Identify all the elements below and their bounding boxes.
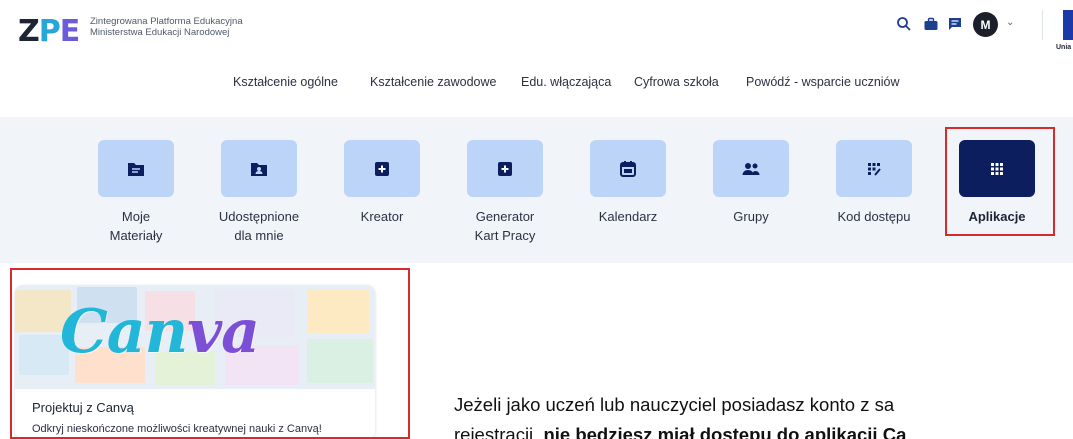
tile-moje-materialy[interactable]: Moje Materiały: [84, 140, 188, 245]
info-paragraph: Jeżeli jako uczeń lub nauczyciel posiada…: [454, 390, 906, 439]
chevron-down-icon[interactable]: ⌄: [1006, 17, 1014, 28]
calendar-icon: [590, 140, 666, 197]
access-code-icon: [836, 140, 912, 197]
briefcase-icon[interactable]: [919, 12, 943, 36]
shared-folder-icon: [221, 140, 297, 197]
tile-label-line-2: dla mnie: [234, 228, 284, 243]
eu-label: Unia: [1056, 44, 1072, 51]
chat-icon[interactable]: [943, 12, 967, 36]
logo-letter-p: P: [38, 14, 61, 49]
tile-kreator[interactable]: Kreator: [330, 140, 434, 226]
tile-kalendarz[interactable]: Kalendarz: [576, 140, 680, 226]
tile-label-line-1: Grupy: [733, 209, 769, 224]
tile-udostepnione[interactable]: Udostępnione dla mnie: [207, 140, 311, 245]
tagline-line-2: Ministerstwa Edukacji Narodowej: [90, 27, 230, 38]
header-divider: [1042, 10, 1043, 40]
info-line-2-bold: nie będziesz miał dostępu do aplikacji C…: [543, 424, 907, 439]
tile-label-line-1: Kalendarz: [598, 209, 658, 224]
plus-box-icon: [344, 140, 420, 197]
tagline-line-1: Zintegrowana Platforma Edukacyjna: [90, 16, 243, 27]
logo-letter-z: Z: [18, 14, 40, 49]
zpe-logo[interactable]: ZPE: [18, 14, 80, 49]
tile-label-line-1: Kod dostępu: [837, 209, 911, 224]
folder-doc-icon: [98, 140, 174, 197]
tile-label-line-1: Moje: [121, 209, 151, 224]
main-nav: Kształcenie ogólne Kształcenie zawodowe …: [0, 62, 1073, 106]
info-line-2: rejestracji, nie będziesz miał dostępu d…: [454, 420, 906, 439]
nav-item-cyfrowa-szkola[interactable]: Cyfrowa szkoła: [634, 75, 719, 89]
tile-label-line-2: Kart Pracy: [474, 228, 536, 243]
info-line-2-prefix: rejestracji,: [454, 424, 544, 439]
header: ZPE Zintegrowana Platforma Edukacyjna Mi…: [0, 0, 1073, 62]
highlight-canva-card: [10, 268, 410, 439]
nav-item-ksztalcenie-zawodowe[interactable]: Kształcenie zawodowe: [370, 75, 496, 89]
logo-letter-e: E: [59, 14, 80, 49]
tile-grupy[interactable]: Grupy: [699, 140, 803, 226]
eu-flag-icon: [1063, 10, 1073, 40]
tile-generator-kart-pracy[interactable]: Generator Kart Pracy: [453, 140, 557, 245]
info-line-1: Jeżeli jako uczeń lub nauczyciel posiada…: [454, 394, 895, 415]
nav-item-edu-wlaczajaca[interactable]: Edu. włączająca: [521, 75, 611, 89]
tile-label-line-1: Kreator: [360, 209, 404, 224]
platform-tagline: Zintegrowana Platforma Edukacyjna Minist…: [90, 16, 243, 38]
plus-box-icon: [467, 140, 543, 197]
nav-item-powodz[interactable]: Powódź - wsparcie uczniów: [746, 75, 900, 89]
nav-item-ksztalcenie-ogolne[interactable]: Kształcenie ogólne: [233, 75, 338, 89]
tile-label-line-2: Materiały: [109, 228, 163, 243]
tile-label-line-1: Udostępnione: [218, 209, 300, 224]
search-icon[interactable]: [892, 12, 916, 36]
avatar[interactable]: M: [973, 12, 998, 37]
tile-label-line-1: Generator: [475, 209, 535, 224]
highlight-aplikacje: [945, 127, 1055, 236]
tile-kod-dostepu[interactable]: Kod dostępu: [822, 140, 926, 226]
group-icon: [713, 140, 789, 197]
